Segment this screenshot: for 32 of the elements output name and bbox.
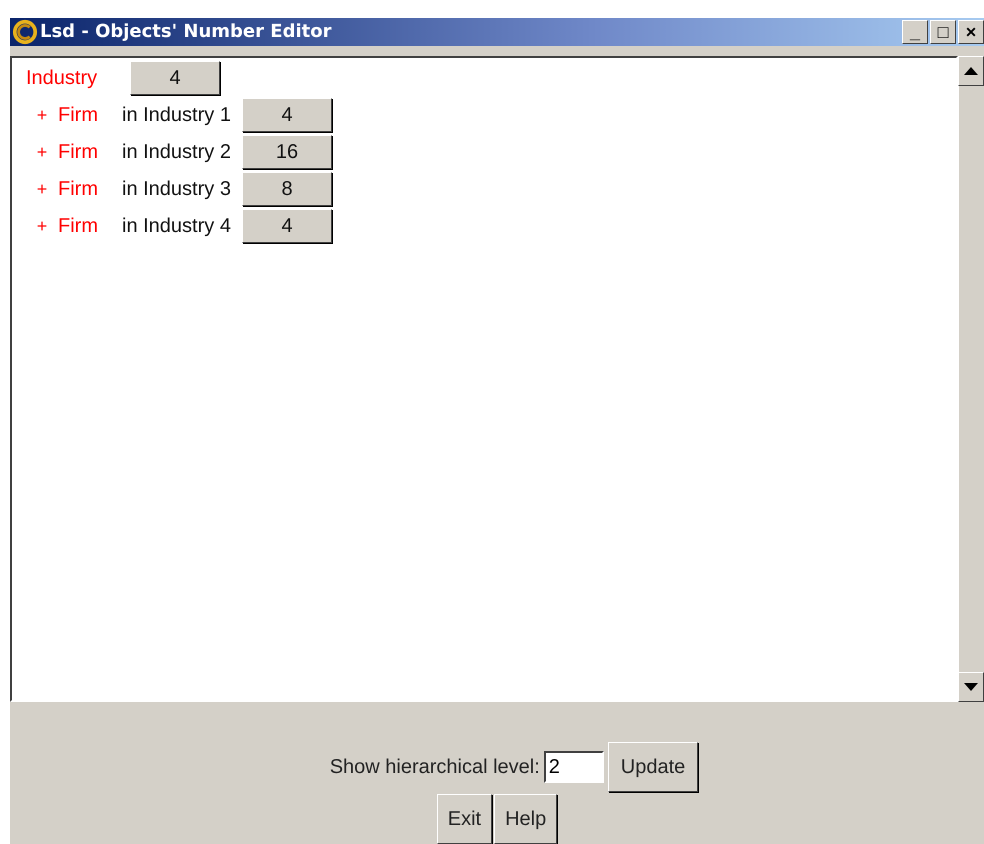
c-logo-icon (12, 18, 38, 45)
count-button[interactable]: 4 (242, 209, 332, 244)
count-button[interactable]: 4 (242, 98, 332, 132)
minimize-button[interactable]: _ (902, 20, 928, 44)
parent-label: in Industry 2 (122, 140, 232, 164)
update-button[interactable]: Update (608, 742, 698, 792)
parent-label: in Industry 1 (122, 104, 232, 127)
level-input[interactable]: 2 (544, 751, 604, 783)
count-button[interactable]: 4 (130, 61, 220, 96)
expand-marker[interactable]: + (26, 104, 58, 126)
up-triangle-icon (964, 66, 978, 75)
count-button[interactable]: 8 (242, 172, 332, 206)
level-label: Show hierarchical level: (330, 756, 540, 778)
expand-marker[interactable]: + (26, 142, 58, 163)
parent-label: in Industry 4 (122, 214, 232, 238)
object-name: Industry (26, 66, 98, 90)
count-button[interactable]: 16 (242, 135, 332, 170)
scroll-up-button[interactable] (958, 56, 984, 86)
window-title: Lsd - Objects' Number Editor (40, 21, 332, 42)
expand-marker[interactable]: + (26, 178, 58, 200)
exit-button[interactable]: Exit (436, 794, 492, 844)
object-name: Firm (58, 178, 99, 201)
down-triangle-icon (964, 683, 978, 691)
object-name: Firm (58, 104, 99, 127)
maximize-button[interactable]: □ (930, 20, 956, 44)
object-name: Firm (58, 214, 99, 238)
expand-marker[interactable]: + (26, 216, 58, 237)
object-name: Firm (58, 140, 99, 164)
parent-label: in Industry 3 (122, 178, 232, 201)
help-button[interactable]: Help (494, 794, 558, 844)
scroll-down-button[interactable] (958, 672, 984, 702)
close-button[interactable]: × (958, 20, 984, 44)
